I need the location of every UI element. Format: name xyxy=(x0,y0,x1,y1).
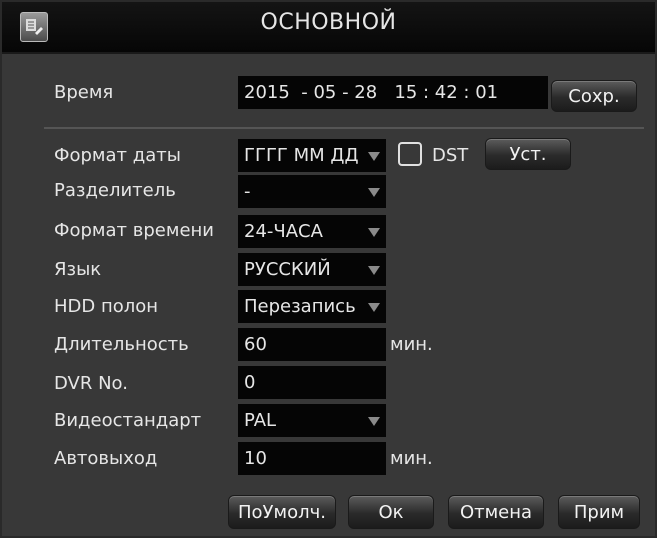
separator-label: Разделитель xyxy=(54,180,176,201)
save-button[interactable]: Сохр. xyxy=(551,80,637,112)
hdd-full-select[interactable]: Перезапись xyxy=(238,290,386,323)
separator-select[interactable]: - xyxy=(238,175,386,208)
time-value: 2015 - 05 - 28 15 : 42 : 01 xyxy=(244,82,499,103)
ok-button[interactable]: Ок xyxy=(348,495,434,529)
language-label: Язык xyxy=(54,259,102,280)
apply-button[interactable]: Прим xyxy=(558,495,640,529)
settings-window: ОСНОВНОЙ Время 2015 - 05 - 28 15 : 42 : … xyxy=(0,0,657,538)
cancel-button[interactable]: Отмена xyxy=(448,495,544,529)
hdd-full-value: Перезапись xyxy=(244,296,356,317)
video-standard-value: PAL xyxy=(244,410,277,431)
chevron-down-icon xyxy=(368,303,380,312)
divider xyxy=(44,127,644,129)
video-standard-select[interactable]: PAL xyxy=(238,404,386,437)
chevron-down-icon xyxy=(368,266,380,275)
chevron-down-icon xyxy=(368,188,380,197)
time-format-label: Формат времени xyxy=(54,220,214,241)
duration-input[interactable]: 60 xyxy=(238,328,386,361)
time-field[interactable]: 2015 - 05 - 28 15 : 42 : 01 xyxy=(238,76,548,109)
duration-label: Длительность xyxy=(54,334,189,355)
chevron-down-icon xyxy=(368,152,380,161)
time-format-select[interactable]: 24-ЧАСА xyxy=(238,215,386,248)
date-format-select[interactable]: ГГГГ ММ ДД xyxy=(238,139,386,172)
date-format-value: ГГГГ ММ ДД xyxy=(244,145,359,166)
auto-exit-value: 10 xyxy=(244,448,267,469)
language-select[interactable]: РУССКИЙ xyxy=(238,253,386,286)
time-format-value: 24-ЧАСА xyxy=(244,221,323,242)
video-standard-label: Видеостандарт xyxy=(54,410,202,431)
dvr-no-input[interactable]: 0 xyxy=(238,366,386,399)
duration-value: 60 xyxy=(244,334,267,355)
title-bar: ОСНОВНОЙ xyxy=(2,2,655,54)
chevron-down-icon xyxy=(368,228,380,237)
default-button[interactable]: ПоУмолч. xyxy=(228,495,336,529)
auto-exit-unit: мин. xyxy=(390,448,433,469)
hdd-full-label: HDD полон xyxy=(54,296,159,317)
duration-unit: мин. xyxy=(390,334,433,355)
time-label: Время xyxy=(54,82,114,103)
dst-label: DST xyxy=(432,145,469,166)
separator-value: - xyxy=(244,181,251,202)
date-format-label: Формат даты xyxy=(54,145,181,166)
auto-exit-label: Автовыход xyxy=(54,448,158,469)
language-value: РУССКИЙ xyxy=(244,259,331,280)
window-title: ОСНОВНОЙ xyxy=(260,10,397,35)
dst-checkbox[interactable] xyxy=(398,142,422,166)
chevron-down-icon xyxy=(368,417,380,426)
auto-exit-input[interactable]: 10 xyxy=(238,442,386,475)
dvr-no-value: 0 xyxy=(244,372,256,393)
set-button[interactable]: Уст. xyxy=(485,138,571,170)
dvr-no-label: DVR No. xyxy=(54,373,128,394)
